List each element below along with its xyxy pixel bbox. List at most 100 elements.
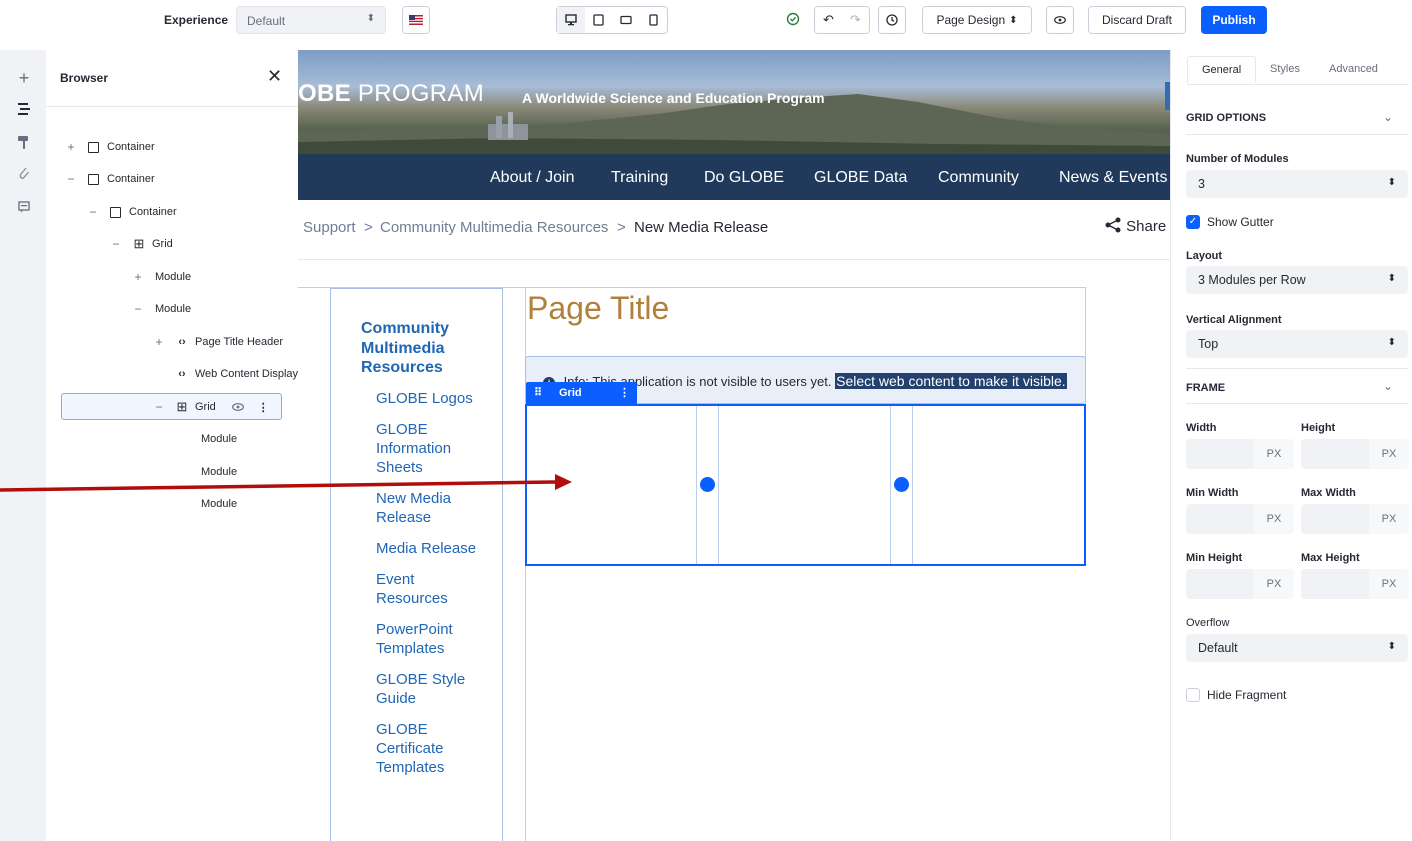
tree-item-web-content-display[interactable]: ‹› Web Content Display: [176, 363, 298, 385]
width-input[interactable]: PX: [1186, 439, 1294, 469]
grid-options-heading[interactable]: GRID OPTIONS: [1186, 112, 1266, 124]
vertical-alignment-select[interactable]: Top ⬍: [1186, 330, 1408, 358]
collapse-icon[interactable]: −: [64, 172, 78, 186]
tab-styles[interactable]: Styles: [1270, 63, 1300, 75]
paint-roller-icon[interactable]: [17, 136, 31, 153]
tree-item-label: Container: [107, 173, 155, 185]
landscape-phone-icon[interactable]: [612, 15, 640, 25]
tree-item-label: Module: [155, 271, 192, 283]
overflow-select[interactable]: Default ⬍: [1186, 634, 1408, 662]
collapse-icon[interactable]: −: [86, 205, 100, 219]
grid-fragment[interactable]: [525, 404, 1086, 566]
select-arrows-icon: ⬍: [1387, 337, 1396, 348]
nav-item-training[interactable]: Training: [611, 169, 668, 187]
nav-item-globe-data[interactable]: GLOBE Data: [814, 169, 907, 187]
comment-icon[interactable]: [17, 200, 31, 216]
tree-item-container[interactable]: − Container: [64, 168, 155, 190]
nav-item-about[interactable]: About / Join: [490, 169, 575, 187]
chevron-down-icon[interactable]: ⌄: [1383, 379, 1393, 393]
redo-icon[interactable]: ↷: [842, 12, 869, 28]
nav-item-community[interactable]: Community: [938, 169, 1019, 187]
tree-item-module[interactable]: + Module: [131, 266, 191, 288]
tree-item-label: Grid: [152, 238, 173, 250]
eye-icon[interactable]: [231, 403, 244, 411]
min-height-input[interactable]: PX: [1186, 569, 1294, 599]
unit-label: PX: [1369, 439, 1409, 469]
tree-item-module[interactable]: Module: [201, 428, 237, 450]
side-link[interactable]: GLOBE Style Guide: [376, 670, 486, 708]
divider: [1186, 403, 1408, 404]
max-height-input[interactable]: PX: [1301, 569, 1409, 599]
kebab-menu-icon[interactable]: ⋮: [258, 401, 269, 414]
side-link[interactable]: PowerPoint Templates: [376, 620, 486, 658]
number-of-modules-label: Number of Modules: [1186, 153, 1289, 165]
top-toolbar: Experience Default ⬍ ↶ ↷ Page Design ⬍ D…: [0, 0, 1412, 40]
grid-topper[interactable]: ⠿ Grid ⋮: [526, 382, 637, 404]
breadcrumb-community-multimedia[interactable]: Community Multimedia Resources: [380, 219, 608, 236]
height-input[interactable]: PX: [1301, 439, 1409, 469]
column-resize-handle[interactable]: [700, 477, 715, 492]
max-width-input[interactable]: PX: [1301, 504, 1409, 534]
tree-item-grid-selected[interactable]: − ⊞ Grid ⋮: [152, 396, 269, 418]
page-design-button[interactable]: Page Design ⬍: [922, 6, 1032, 34]
eye-icon: [1054, 16, 1066, 24]
portrait-phone-icon[interactable]: [640, 14, 668, 26]
show-gutter-checkbox[interactable]: ✓: [1186, 215, 1200, 229]
column-resize-handle[interactable]: [894, 477, 909, 492]
collapse-icon[interactable]: −: [109, 237, 123, 251]
overflow-value: Default: [1198, 641, 1238, 655]
side-link[interactable]: GLOBE Logos: [376, 389, 486, 408]
breadcrumb-support[interactable]: Support: [303, 219, 356, 236]
collapse-icon[interactable]: −: [131, 302, 145, 316]
undo-icon[interactable]: ↶: [815, 12, 842, 28]
discard-draft-button[interactable]: Discard Draft: [1088, 6, 1186, 34]
grid-icon: ⊞: [133, 236, 145, 251]
hide-fragment-checkbox[interactable]: [1186, 688, 1200, 702]
nav-item-news-events[interactable]: News & Events: [1059, 169, 1167, 187]
history-button[interactable]: [878, 6, 906, 34]
tab-advanced[interactable]: Advanced: [1329, 63, 1378, 75]
tab-general[interactable]: General: [1187, 56, 1257, 83]
tree-item-container[interactable]: − Container: [86, 201, 176, 223]
tablet-icon[interactable]: [585, 14, 613, 26]
frame-heading[interactable]: FRAME: [1186, 382, 1225, 394]
expand-icon[interactable]: +: [131, 270, 145, 284]
layout-select[interactable]: 3 Modules per Row ⬍: [1186, 266, 1408, 294]
side-link[interactable]: GLOBE Certificate Templates: [376, 720, 486, 777]
tab-divider: [1187, 84, 1409, 85]
browser-icon[interactable]: [17, 102, 31, 119]
language-flag-button[interactable]: [402, 6, 430, 34]
unit-label: PX: [1254, 439, 1294, 469]
expand-icon[interactable]: +: [64, 140, 78, 154]
expand-icon[interactable]: +: [152, 335, 166, 349]
experience-select[interactable]: Default ⬍: [236, 6, 386, 34]
tree-item-page-title-header[interactable]: + ‹› Page Title Header: [152, 331, 283, 353]
close-icon[interactable]: ✕: [267, 66, 282, 87]
browser-panel: Browser ✕ + Container − Container − Cont…: [46, 50, 298, 841]
collapse-icon[interactable]: −: [152, 400, 166, 414]
kebab-menu-icon[interactable]: ⋮: [619, 386, 630, 399]
side-link[interactable]: Media Release: [376, 539, 486, 558]
tree-item-grid[interactable]: − ⊞ Grid: [109, 233, 173, 255]
tree-item-label: Module: [201, 498, 238, 510]
select-web-content-link[interactable]: Select web content to make it visible.: [835, 373, 1067, 389]
paperclip-icon[interactable]: [17, 166, 31, 183]
divider: [1186, 134, 1408, 135]
min-width-input[interactable]: PX: [1186, 504, 1294, 534]
nav-item-do-globe[interactable]: Do GLOBE: [704, 169, 784, 187]
page-title[interactable]: Page Title: [527, 290, 669, 327]
side-link[interactable]: Event Resources: [376, 570, 486, 608]
chevron-down-icon[interactable]: ⌄: [1383, 110, 1393, 124]
tree-item-container[interactable]: + Container: [64, 136, 154, 158]
preview-button[interactable]: [1046, 6, 1074, 34]
share-button[interactable]: Share: [1104, 217, 1166, 235]
number-of-modules-select[interactable]: 3 ⬍: [1186, 170, 1408, 198]
site-banner: OBE PROGRAM A Worldwide Science and Educ…: [298, 50, 1170, 154]
code-icon: ‹›: [178, 368, 186, 380]
desktop-icon[interactable]: [557, 7, 585, 33]
drag-handle-icon[interactable]: ⠿: [534, 386, 542, 399]
publish-button[interactable]: Publish: [1201, 6, 1267, 34]
tree-item-label: Grid: [195, 401, 216, 413]
tree-item-module[interactable]: − Module: [131, 298, 191, 320]
add-icon[interactable]: +: [17, 68, 31, 89]
